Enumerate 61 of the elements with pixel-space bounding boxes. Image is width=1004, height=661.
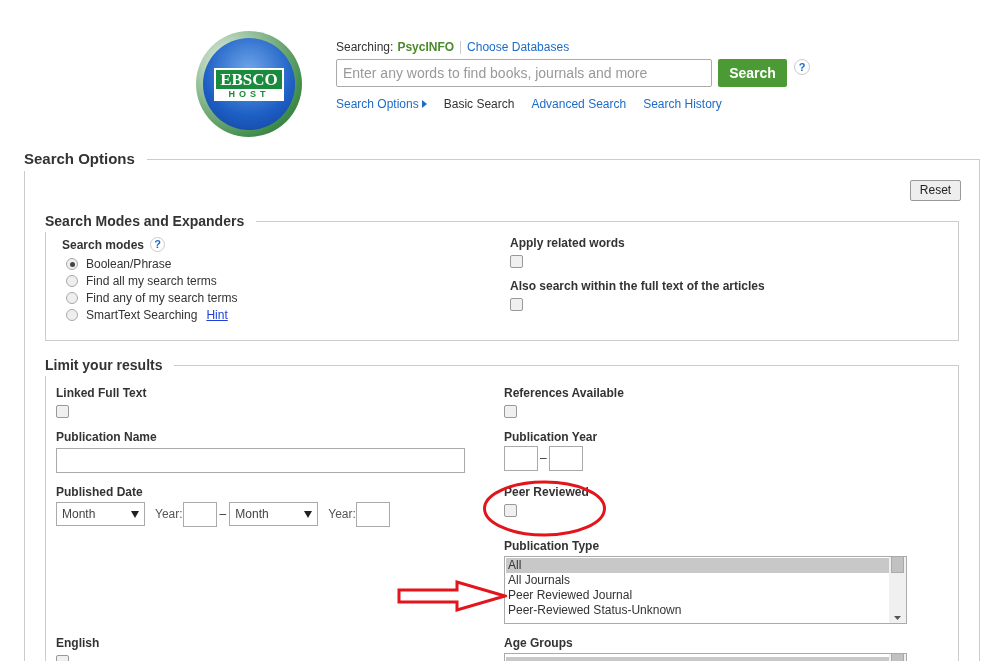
list-option[interactable]: Peer-Reviewed Status-Unknown bbox=[506, 602, 889, 618]
dash-text: – bbox=[539, 450, 548, 467]
month-select[interactable]: Month bbox=[56, 502, 145, 526]
field-label: Publication Type bbox=[504, 538, 601, 554]
radio-label: Boolean/Phrase bbox=[86, 256, 172, 273]
publication-name-field[interactable] bbox=[56, 447, 465, 473]
searching-label: Searching: bbox=[336, 39, 394, 56]
checkbox[interactable] bbox=[510, 254, 523, 268]
field-label: Also search within the full text of the articles bbox=[510, 278, 766, 294]
scrollbar[interactable] bbox=[889, 556, 906, 623]
list-option[interactable]: All bbox=[506, 557, 889, 573]
nav-link[interactable]: Advanced Search bbox=[531, 95, 627, 113]
dash-text: – bbox=[218, 506, 228, 523]
reset-button[interactable]: Reset bbox=[910, 179, 961, 201]
checkbox[interactable] bbox=[504, 404, 517, 418]
nav-link[interactable]: Search Options bbox=[336, 95, 427, 113]
field-label: English bbox=[56, 635, 101, 651]
year-field[interactable] bbox=[504, 445, 538, 471]
year-field[interactable] bbox=[182, 501, 217, 527]
radio-button[interactable] bbox=[66, 309, 78, 321]
checkbox[interactable] bbox=[510, 297, 523, 311]
field-label: Age Groups bbox=[504, 635, 574, 651]
choose-databases-link[interactable]: Choose Databases bbox=[467, 38, 570, 56]
scroll-down-icon[interactable] bbox=[894, 615, 901, 620]
list-option[interactable]: All Journals bbox=[506, 572, 889, 588]
radio-button[interactable] bbox=[66, 292, 78, 304]
field-label: References Available bbox=[504, 385, 625, 401]
field-label: Publication Year bbox=[504, 429, 599, 445]
radio-button[interactable] bbox=[66, 275, 78, 287]
field-label: Published Date bbox=[56, 484, 144, 500]
year-field[interactable] bbox=[355, 501, 390, 527]
hint-link[interactable]: Hint bbox=[206, 306, 228, 324]
section-title: Search Modes and Expanders bbox=[45, 211, 246, 231]
caret-icon bbox=[421, 100, 427, 108]
listbox[interactable]: All All Journals Peer Reviewed Journal Peer-Reviewed Status-Unknown bbox=[504, 555, 907, 624]
field-label: Apply related words bbox=[510, 235, 626, 251]
caret-icon bbox=[131, 510, 139, 518]
year-label: Year: bbox=[155, 506, 183, 523]
list-option[interactable]: Peer Reviewed Journal bbox=[506, 587, 889, 603]
checkbox[interactable] bbox=[504, 503, 517, 517]
nav-link[interactable]: Basic Search bbox=[443, 95, 515, 113]
section-title: Limit your results bbox=[45, 355, 164, 375]
field-label: Publication Name bbox=[56, 429, 158, 445]
field-label: Linked Full Text bbox=[56, 385, 148, 401]
radio-button[interactable] bbox=[66, 258, 78, 270]
month-select[interactable]: Month bbox=[229, 502, 319, 526]
search-field[interactable]: Enter any words to find books, journals and more bbox=[336, 59, 712, 87]
field-label: Search modes bbox=[62, 236, 145, 254]
radio-label: Find all my search terms bbox=[86, 273, 217, 290]
search-button[interactable]: Search bbox=[718, 59, 787, 87]
nav-link[interactable]: Search History bbox=[643, 95, 722, 113]
scroll-thumb[interactable] bbox=[891, 556, 904, 573]
radio-label: SmartText Searching bbox=[86, 307, 198, 324]
section-title: Search Options bbox=[24, 149, 136, 169]
database-name: PsycINFO bbox=[397, 39, 455, 56]
year-field[interactable] bbox=[548, 445, 583, 471]
radio-label: Find any of my search terms bbox=[86, 290, 238, 307]
caret-icon bbox=[304, 510, 313, 518]
checkbox[interactable] bbox=[56, 404, 69, 418]
year-label: Year: bbox=[328, 506, 356, 523]
ebscohost-logo[interactable]: EBSCO HOST bbox=[196, 31, 302, 137]
